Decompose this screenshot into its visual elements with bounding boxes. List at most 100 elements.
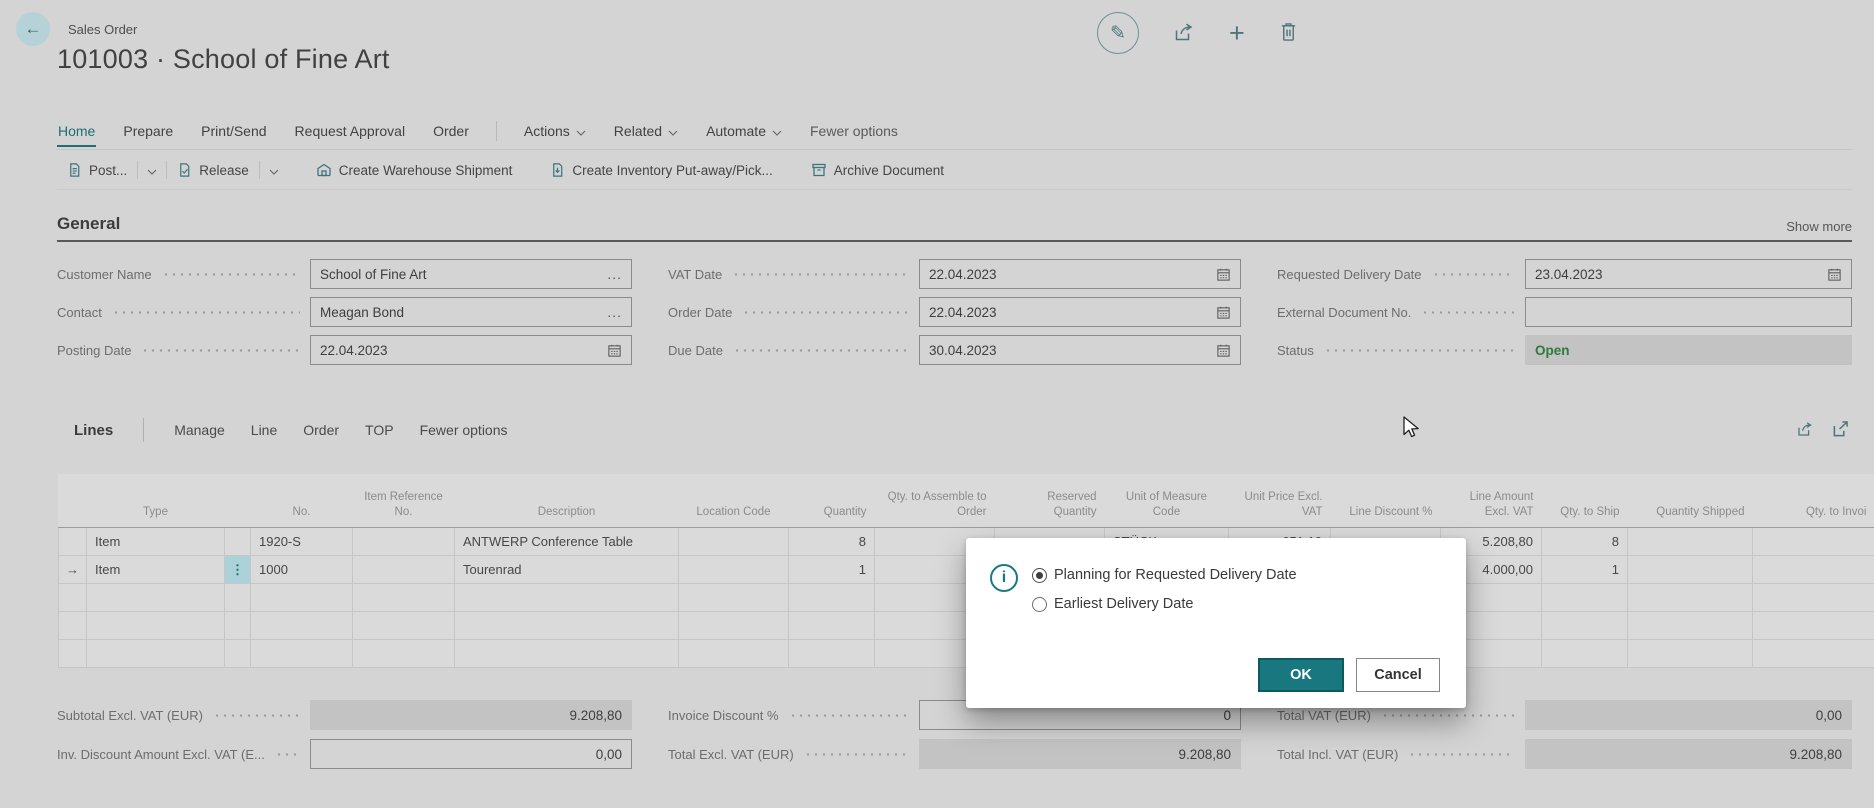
- column-header[interactable]: Quantity: [789, 474, 875, 528]
- tab-prepare[interactable]: Prepare: [122, 115, 174, 147]
- cell[interactable]: [251, 584, 353, 612]
- cell[interactable]: [1628, 584, 1753, 612]
- row-selector[interactable]: [59, 640, 87, 668]
- cell[interactable]: [789, 584, 875, 612]
- cell[interactable]: [353, 556, 455, 584]
- release-button[interactable]: Release: [167, 155, 259, 185]
- lines-share-button[interactable]: [1796, 421, 1814, 440]
- row-selector[interactable]: [59, 528, 87, 556]
- cell[interactable]: [87, 640, 225, 668]
- cell[interactable]: [353, 584, 455, 612]
- row-selector[interactable]: [59, 612, 87, 640]
- share-button[interactable]: [1173, 22, 1195, 45]
- vat-date-input[interactable]: [919, 259, 1241, 289]
- cell[interactable]: [353, 528, 455, 556]
- cell[interactable]: [87, 584, 225, 612]
- cell[interactable]: [87, 612, 225, 640]
- row-menu-dots[interactable]: ⋮: [225, 556, 251, 584]
- radio-earliest-delivery-date[interactable]: Earliest Delivery Date: [1032, 596, 1297, 612]
- new-button[interactable]: +: [1229, 20, 1245, 47]
- column-header[interactable]: Type: [87, 474, 225, 528]
- calendar-icon[interactable]: [1821, 267, 1842, 282]
- row-menu-dots[interactable]: [225, 584, 251, 612]
- cell[interactable]: [679, 640, 789, 668]
- cell[interactable]: [679, 612, 789, 640]
- cell[interactable]: [1628, 640, 1753, 668]
- menu-related[interactable]: Related: [613, 115, 679, 147]
- cell[interactable]: [679, 528, 789, 556]
- order-date-input[interactable]: [919, 297, 1241, 327]
- create-warehouse-shipment-button[interactable]: Create Warehouse Shipment: [306, 155, 523, 185]
- cell[interactable]: [789, 612, 875, 640]
- cell[interactable]: [1628, 556, 1753, 584]
- radio-planning-requested-delivery-date[interactable]: Planning for Requested Delivery Date: [1032, 567, 1297, 583]
- external-document-no-input[interactable]: [1525, 297, 1852, 327]
- cell[interactable]: [1628, 612, 1753, 640]
- cell[interactable]: [455, 640, 679, 668]
- cell[interactable]: [1542, 584, 1628, 612]
- cell[interactable]: [353, 612, 455, 640]
- tab-home[interactable]: Home: [57, 115, 96, 147]
- cell[interactable]: [455, 612, 679, 640]
- column-header[interactable]: Item Reference No.: [353, 474, 455, 528]
- lines-tab-line[interactable]: Line: [251, 422, 277, 438]
- archive-document-button[interactable]: Archive Document: [801, 155, 954, 185]
- lines-tab-manage[interactable]: Manage: [174, 422, 225, 438]
- calendar-icon[interactable]: [1210, 343, 1231, 358]
- release-dropdown[interactable]: [260, 155, 288, 185]
- column-header[interactable]: No.: [251, 474, 353, 528]
- contact-input[interactable]: ...: [310, 297, 632, 327]
- column-header[interactable]: Quantity Shipped: [1628, 474, 1753, 528]
- cell[interactable]: Tourenrad: [455, 556, 679, 584]
- lines-tab-top[interactable]: TOP: [365, 422, 394, 438]
- inv-discount-amount-input[interactable]: [310, 739, 632, 769]
- calendar-icon[interactable]: [1210, 305, 1231, 320]
- cell[interactable]: [353, 640, 455, 668]
- ok-button[interactable]: OK: [1258, 658, 1344, 692]
- calendar-icon[interactable]: [1210, 267, 1231, 282]
- cell[interactable]: [1753, 612, 1874, 640]
- column-header[interactable]: Description: [455, 474, 679, 528]
- cell[interactable]: [1542, 612, 1628, 640]
- cell[interactable]: [251, 612, 353, 640]
- menu-fewer-options[interactable]: Fewer options: [809, 115, 899, 147]
- cell[interactable]: [679, 556, 789, 584]
- delete-button[interactable]: [1279, 21, 1298, 45]
- row-selector[interactable]: [59, 584, 87, 612]
- lines-fewer-options[interactable]: Fewer options: [420, 422, 508, 438]
- row-selector[interactable]: →: [59, 556, 87, 584]
- lookup-ellipsis-icon[interactable]: ...: [601, 304, 622, 320]
- column-header[interactable]: Qty. to Assemble to Order: [875, 474, 995, 528]
- row-menu-dots[interactable]: [225, 640, 251, 668]
- lines-expand-button[interactable]: [1832, 421, 1849, 440]
- column-header[interactable]: Reserved Quantity: [995, 474, 1105, 528]
- column-header[interactable]: Line Amount Excl. VAT: [1441, 474, 1542, 528]
- row-menu-dots[interactable]: [225, 612, 251, 640]
- cell[interactable]: 8: [1542, 528, 1628, 556]
- column-header[interactable]: Unit of Measure Code: [1105, 474, 1229, 528]
- create-inventory-putaway-pick-button[interactable]: Create Inventory Put-away/Pick...: [540, 155, 782, 185]
- customer-name-input[interactable]: ...: [310, 259, 632, 289]
- cell[interactable]: Item: [87, 528, 225, 556]
- due-date-input[interactable]: [919, 335, 1241, 365]
- requested-delivery-date-input[interactable]: [1525, 259, 1852, 289]
- post-button[interactable]: Post...: [57, 155, 137, 185]
- cell[interactable]: 1920-S: [251, 528, 353, 556]
- tab-order[interactable]: Order: [432, 115, 470, 147]
- cell[interactable]: 1: [789, 556, 875, 584]
- menu-automate[interactable]: Automate: [705, 115, 783, 147]
- posting-date-input[interactable]: [310, 335, 632, 365]
- post-dropdown[interactable]: [138, 155, 166, 185]
- column-header[interactable]: Line Discount %: [1331, 474, 1441, 528]
- cancel-button[interactable]: Cancel: [1356, 658, 1440, 692]
- tab-print-send[interactable]: Print/Send: [200, 115, 267, 147]
- cell[interactable]: Item: [87, 556, 225, 584]
- cell[interactable]: [789, 640, 875, 668]
- cell[interactable]: 8: [789, 528, 875, 556]
- cell[interactable]: [251, 640, 353, 668]
- cell[interactable]: [1753, 640, 1874, 668]
- cell[interactable]: 1: [1542, 556, 1628, 584]
- cell[interactable]: [679, 584, 789, 612]
- column-header[interactable]: Qty. to Invoi: [1753, 474, 1874, 528]
- menu-actions[interactable]: Actions: [523, 115, 587, 147]
